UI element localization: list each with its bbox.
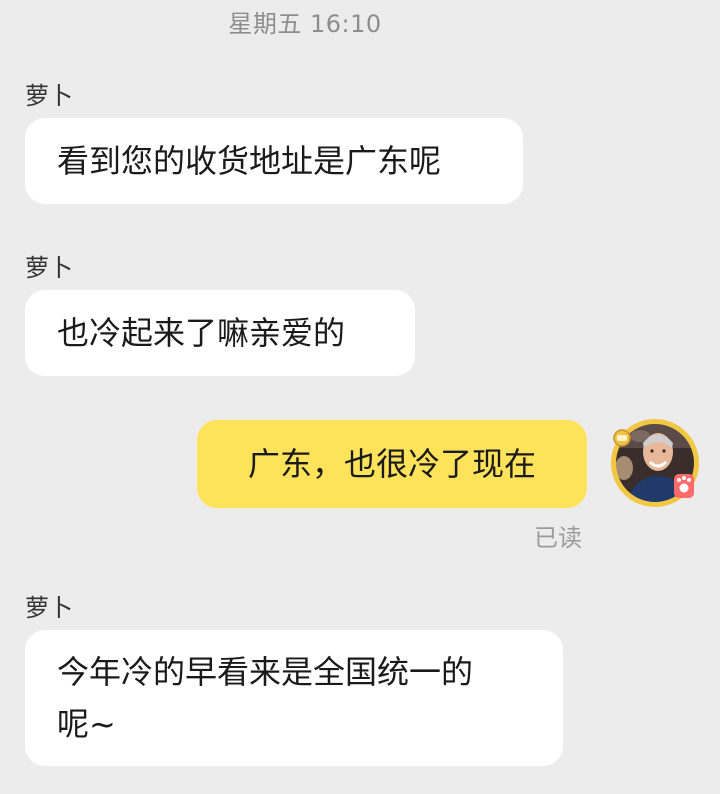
badge-icon (613, 429, 631, 447)
message-bubble-outgoing[interactable]: 广东，也很冷了现在 (197, 420, 587, 508)
paw-badge-icon (674, 474, 694, 498)
chat-timestamp: 星期五 16:10 (228, 10, 382, 38)
sender-name: 萝卜 (25, 254, 73, 282)
avatar-photo-icon (611, 419, 699, 507)
message-text: 也冷起来了嘛亲爱的 (57, 314, 346, 352)
avatar[interactable] (610, 418, 700, 508)
message-text-line: 今年冷的早看来是全国统一的 (57, 653, 474, 691)
message-bubble-incoming[interactable]: 看到您的收货地址是广东呢 (25, 118, 523, 204)
message-text-line: 呢~ (57, 705, 116, 743)
message-bubble-incoming[interactable]: 也冷起来了嘛亲爱的 (25, 290, 415, 376)
message-text: 广东，也很冷了现在 (247, 445, 536, 483)
read-receipt: 已读 (534, 524, 582, 552)
message-text: 看到您的收货地址是广东呢 (57, 142, 442, 180)
sender-name: 萝卜 (25, 594, 73, 622)
sender-name: 萝卜 (25, 82, 73, 110)
message-bubble-incoming[interactable]: 今年冷的早看来是全国统一的 呢~ (25, 630, 563, 766)
